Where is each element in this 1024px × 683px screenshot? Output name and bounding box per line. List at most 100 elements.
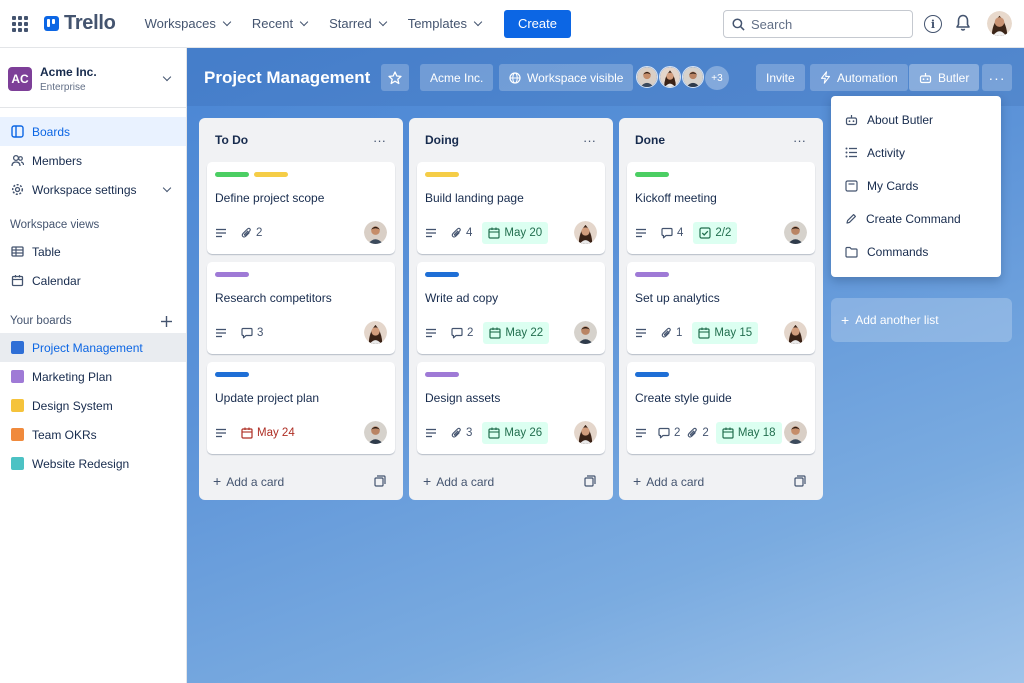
card-define-project-scope[interactable]: Define project scope 2 <box>207 162 395 254</box>
comments-count: 2 <box>674 427 681 439</box>
menu-item-about-butler[interactable]: About Butler <box>831 103 1001 136</box>
search-input[interactable] <box>751 16 901 32</box>
sidebar-item-boards[interactable]: Boards <box>0 117 186 146</box>
templates-menu[interactable]: Templates <box>397 8 492 40</box>
card-member-avatar[interactable] <box>364 421 387 444</box>
due-date-badge[interactable]: May 26 <box>482 422 549 444</box>
add-another-list-button[interactable]: + Add another list <box>831 298 1012 342</box>
due-date-badge[interactable]: May 18 <box>715 422 782 444</box>
sidebar-board-project-management[interactable]: Project Management <box>0 333 186 362</box>
chevron-down-icon[interactable] <box>162 183 172 192</box>
member-avatar[interactable] <box>636 66 658 88</box>
card-member-avatar[interactable] <box>574 321 597 344</box>
add-board-plus-icon[interactable] <box>161 315 172 327</box>
card-set-up-analytics[interactable]: Set up analytics 1 May 15 <box>627 262 815 354</box>
workspaces-menu[interactable]: Workspaces <box>134 8 241 40</box>
sidebar-item-members[interactable]: Members <box>0 146 186 175</box>
sidebar-board-team-okrs[interactable]: Team OKRs <box>0 420 186 449</box>
list-title[interactable]: Done <box>635 133 665 147</box>
checklist-badge[interactable]: 2/2 <box>693 222 738 244</box>
list-title[interactable]: Doing <box>425 133 459 147</box>
card-member-avatar[interactable] <box>364 221 387 244</box>
menu-item-create-command[interactable]: Create Command <box>831 202 1001 235</box>
member-avatar[interactable] <box>659 66 681 88</box>
due-date-badge[interactable]: May 15 <box>692 322 759 344</box>
app-switcher-icon[interactable] <box>12 15 28 32</box>
more-members-count[interactable]: +3 <box>705 66 729 90</box>
card-title: Update project plan <box>215 391 320 405</box>
attachments-count: 3 <box>466 427 473 439</box>
due-date-badge[interactable]: May 22 <box>483 322 550 344</box>
workspace-button[interactable]: Acme Inc. <box>420 64 494 91</box>
workspaces-menu-label: Workspaces <box>144 16 216 31</box>
card-member-avatar[interactable] <box>364 321 387 344</box>
butler-dropdown-menu: About Butler Activity My Cards Create Co… <box>831 96 1001 277</box>
sidebar-board-design-system[interactable]: Design System <box>0 391 186 420</box>
card-member-avatar[interactable] <box>784 421 807 444</box>
paperclip-icon <box>661 327 671 338</box>
workspace-header[interactable]: AC Acme Inc. Enterprise <box>0 48 186 108</box>
more-dots-icon: ··· <box>988 69 1006 86</box>
board-title[interactable]: Project Management <box>204 68 370 88</box>
butler-button[interactable]: Butler <box>909 64 980 91</box>
automation-button[interactable]: Automation <box>810 64 908 91</box>
invite-button[interactable]: Invite <box>756 64 805 91</box>
list-menu-dots-icon[interactable]: ··· <box>583 133 596 148</box>
sidebar-board-marketing-plan[interactable]: Marketing Plan <box>0 362 186 391</box>
trello-logo[interactable]: Trello <box>44 12 116 35</box>
starred-menu[interactable]: Starred <box>318 8 397 40</box>
card-badges: May 24 <box>215 422 305 444</box>
card-kickoff-meeting[interactable]: Kickoff meeting 4 2/2 <box>627 162 815 254</box>
card-member-avatar[interactable] <box>574 221 597 244</box>
add-card-button[interactable]: + Add a card <box>627 462 815 500</box>
card-member-avatar[interactable] <box>574 421 597 444</box>
card-member-avatar[interactable] <box>784 321 807 344</box>
board-menu-button[interactable]: ··· <box>982 64 1012 91</box>
paperclip-icon <box>451 227 461 238</box>
card-update-project-plan[interactable]: Update project plan May 24 <box>207 362 395 454</box>
visibility-button[interactable]: Workspace visible <box>499 64 634 91</box>
description-icon <box>215 228 231 238</box>
member-avatar[interactable] <box>682 66 704 88</box>
menu-item-commands[interactable]: Commands <box>831 235 1001 268</box>
card-design-assets[interactable]: Design assets 3 May 26 <box>417 362 605 454</box>
card-template-icon[interactable] <box>374 475 386 487</box>
card-create-style-guide[interactable]: Create style guide 2 2 May 18 <box>627 362 815 454</box>
create-button[interactable]: Create <box>503 9 571 38</box>
star-board-button[interactable] <box>381 64 409 91</box>
attachments-badge: 2 <box>241 227 262 239</box>
sidebar-item-table[interactable]: Table <box>0 237 186 266</box>
info-icon[interactable]: i <box>924 15 942 33</box>
list-menu-dots-icon[interactable]: ··· <box>373 133 386 148</box>
menu-item-label: Create Command <box>866 211 961 226</box>
sidebar-item-calendar[interactable]: Calendar <box>0 266 186 295</box>
list-menu-dots-icon[interactable]: ··· <box>793 133 806 148</box>
add-card-label: Add a card <box>646 475 705 489</box>
chevron-down-icon[interactable] <box>162 72 172 81</box>
comments-count: 2 <box>467 327 474 339</box>
due-date-badge[interactable]: May 20 <box>482 222 549 244</box>
sidebar-item-workspace-settings[interactable]: Workspace settings <box>0 175 186 204</box>
user-avatar[interactable] <box>987 11 1012 36</box>
card-write-ad-copy[interactable]: Write ad copy 2 May 22 <box>417 262 605 354</box>
recent-menu[interactable]: Recent <box>241 8 318 40</box>
sidebar-board-website-redesign[interactable]: Website Redesign <box>0 449 186 478</box>
templates-menu-label: Templates <box>407 16 467 31</box>
add-card-button[interactable]: + Add a card <box>207 462 395 500</box>
card-template-icon[interactable] <box>794 475 806 487</box>
menu-item-activity[interactable]: Activity <box>831 136 1001 169</box>
plus-icon: + <box>213 473 222 489</box>
card-research-competitors[interactable]: Research competitors 3 <box>207 262 395 354</box>
card-build-landing-page[interactable]: Build landing page 4 May 20 <box>417 162 605 254</box>
card-member-avatar[interactable] <box>784 221 807 244</box>
card-template-icon[interactable] <box>584 475 596 487</box>
add-card-button[interactable]: + Add a card <box>417 462 605 500</box>
menu-item-my-cards[interactable]: My Cards <box>831 169 1001 202</box>
card-labels <box>635 272 807 278</box>
notifications-bell-icon[interactable] <box>955 14 971 32</box>
due-date-badge[interactable]: May 24 <box>241 422 295 444</box>
visibility-label: Workspace visible <box>527 70 624 85</box>
list-title[interactable]: To Do <box>215 133 248 147</box>
paperclip-icon <box>688 427 698 438</box>
search-box[interactable] <box>723 10 913 38</box>
